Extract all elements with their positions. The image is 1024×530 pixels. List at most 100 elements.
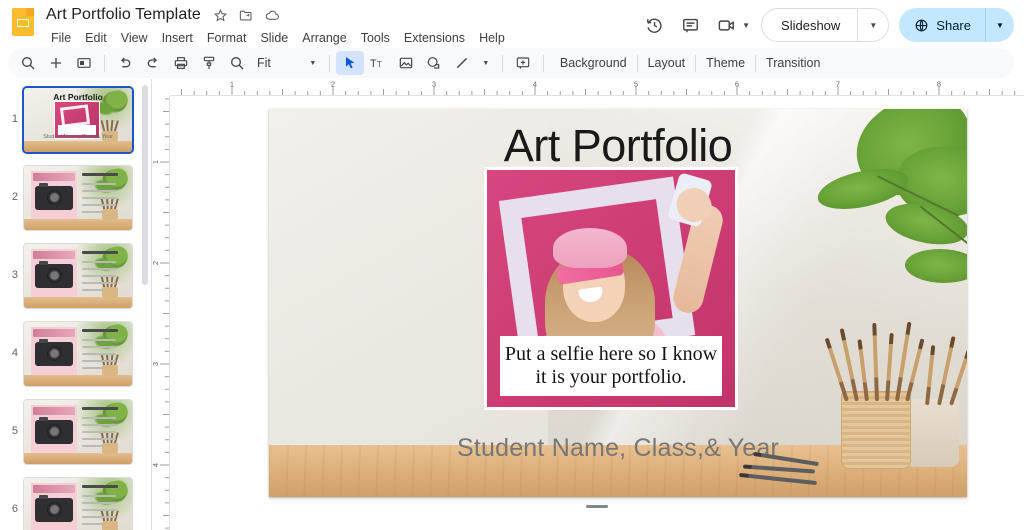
menu-format[interactable]: Format bbox=[200, 29, 254, 47]
new-slide-icon[interactable] bbox=[42, 51, 70, 75]
version-history-icon[interactable] bbox=[637, 8, 671, 42]
menu-insert[interactable]: Insert bbox=[155, 29, 200, 47]
slide-number-1: 1 bbox=[4, 87, 18, 151]
toolbar-separator-4 bbox=[543, 55, 544, 72]
photo-caption[interactable]: Put a selfie here so I know it is your p… bbox=[500, 336, 722, 396]
insert-image-icon[interactable] bbox=[392, 51, 420, 75]
svg-text:2: 2 bbox=[331, 80, 335, 89]
title-row: Art Portfolio Template bbox=[44, 4, 637, 26]
add-comment-icon[interactable] bbox=[509, 51, 537, 75]
slide-thumbnail-1[interactable]: Art Portfolio Student Name, Class,& Year bbox=[23, 87, 133, 153]
main-toolbar: Fit ▼ T T ▼ bbox=[8, 48, 1014, 78]
filmstrip-row-5[interactable]: 5 bbox=[0, 399, 151, 466]
cloud-saved-icon[interactable] bbox=[264, 7, 281, 24]
redo-icon[interactable] bbox=[139, 51, 167, 75]
top-bar-actions: ▼ Slideshow ▼ Share ▼ bbox=[637, 8, 1014, 42]
slide-thumbnail-6[interactable] bbox=[23, 477, 133, 530]
document-title[interactable]: Art Portfolio Template bbox=[44, 5, 203, 25]
panel-resize-handle[interactable] bbox=[170, 505, 1024, 508]
slide-thumbnail-3[interactable] bbox=[23, 243, 133, 309]
menu-tools[interactable]: Tools bbox=[354, 29, 397, 47]
svg-text:T: T bbox=[370, 58, 377, 70]
menu-help[interactable]: Help bbox=[472, 29, 512, 47]
woven-brush-cup bbox=[841, 391, 911, 469]
menu-file[interactable]: File bbox=[44, 29, 78, 47]
star-icon[interactable] bbox=[212, 7, 229, 24]
slide-number-4: 4 bbox=[4, 321, 18, 385]
menu-view[interactable]: View bbox=[114, 29, 155, 47]
slide-title[interactable]: Art Portfolio bbox=[269, 120, 967, 172]
transition-button[interactable]: Transition bbox=[756, 51, 830, 75]
toolbar-separator-3 bbox=[502, 55, 503, 72]
slideshow-group: Slideshow ▼ bbox=[761, 8, 889, 42]
svg-text:2: 2 bbox=[152, 261, 160, 265]
line-icon[interactable] bbox=[448, 51, 476, 75]
slide-thumbnail-4[interactable] bbox=[23, 321, 133, 387]
share-button[interactable]: Share bbox=[899, 8, 986, 42]
select-cursor-icon[interactable] bbox=[336, 51, 364, 75]
current-slide[interactable]: Art Portfolio Put a selfie here so I kno… bbox=[269, 109, 967, 497]
zoom-level-value[interactable]: Fit bbox=[251, 51, 277, 75]
meet-camera-icon[interactable] bbox=[709, 8, 743, 42]
svg-text:3: 3 bbox=[432, 80, 436, 89]
vertical-ruler[interactable]: 12345 bbox=[152, 96, 170, 530]
svg-text:7: 7 bbox=[836, 80, 840, 89]
workspace: 1 Art Portfolio Student Name, Class,& Ye… bbox=[0, 79, 1024, 530]
comment-icon[interactable] bbox=[673, 8, 707, 42]
menu-edit[interactable]: Edit bbox=[78, 29, 114, 47]
slide-thumbnail-2[interactable] bbox=[23, 165, 133, 231]
svg-text:T: T bbox=[377, 60, 382, 69]
shape-icon[interactable] bbox=[420, 51, 448, 75]
slide-number-2: 2 bbox=[4, 165, 18, 229]
filmstrip-row-2[interactable]: 2 bbox=[0, 165, 151, 232]
zoom-icon[interactable] bbox=[223, 51, 251, 75]
filmstrip-scrollbar[interactable] bbox=[142, 85, 148, 285]
undo-icon[interactable] bbox=[111, 51, 139, 75]
print-icon[interactable] bbox=[167, 51, 195, 75]
toolbar-separator bbox=[104, 55, 105, 72]
zoom-level-caret-icon[interactable]: ▼ bbox=[303, 51, 323, 75]
menu-bar: File Edit View Insert Format Slide Arran… bbox=[44, 27, 637, 49]
filmstrip-row-6[interactable]: 6 bbox=[0, 477, 151, 530]
meet-caret-icon[interactable]: ▼ bbox=[742, 21, 750, 30]
filmstrip-row-4[interactable]: 4 bbox=[0, 321, 151, 388]
move-folder-icon[interactable] bbox=[238, 7, 255, 24]
share-caret-icon[interactable]: ▼ bbox=[986, 8, 1014, 42]
filmstrip-row-1[interactable]: 1 Art Portfolio Student Name, Class,& Ye… bbox=[0, 87, 151, 154]
caption-line-1: Put a selfie here so I know bbox=[504, 343, 718, 365]
paint-format-icon[interactable] bbox=[195, 51, 223, 75]
slide-filmstrip[interactable]: 1 Art Portfolio Student Name, Class,& Ye… bbox=[0, 79, 152, 530]
slideshow-caret-icon[interactable]: ▼ bbox=[858, 9, 888, 41]
background-button[interactable]: Background bbox=[550, 51, 637, 75]
filmstrip-row-3[interactable]: 3 bbox=[0, 243, 151, 310]
layout-button[interactable]: Layout bbox=[638, 51, 696, 75]
svg-text:3: 3 bbox=[152, 362, 160, 366]
slide-number-6: 6 bbox=[4, 477, 18, 530]
slide-number-5: 5 bbox=[4, 399, 18, 463]
theme-button[interactable]: Theme bbox=[696, 51, 755, 75]
svg-text:4: 4 bbox=[533, 80, 537, 89]
model-hat bbox=[553, 228, 627, 268]
line-caret-icon[interactable]: ▼ bbox=[476, 51, 496, 75]
text-box-icon[interactable]: T T bbox=[364, 51, 392, 75]
slide-thumbnail-5[interactable] bbox=[23, 399, 133, 465]
canvas-area: 123456789 12345 bbox=[152, 79, 1024, 530]
menu-arrange[interactable]: Arrange bbox=[295, 29, 353, 47]
slideshow-button[interactable]: Slideshow bbox=[762, 9, 858, 41]
menu-extensions[interactable]: Extensions bbox=[397, 29, 472, 47]
share-group: Share ▼ bbox=[899, 8, 1014, 42]
toolbar-separator-2 bbox=[329, 55, 330, 72]
top-bar: Art Portfolio Template File Edit bbox=[0, 0, 1024, 48]
thumb-subtitle-1: Student Name, Class,& Year bbox=[24, 134, 132, 140]
selfie-photo-placeholder[interactable]: Put a selfie here so I know it is your p… bbox=[484, 167, 738, 410]
slide-stage[interactable]: Art Portfolio Put a selfie here so I kno… bbox=[170, 96, 1024, 530]
share-label: Share bbox=[936, 18, 971, 33]
search-icon[interactable] bbox=[14, 51, 42, 75]
horizontal-ruler[interactable]: 123456789 bbox=[170, 79, 1024, 96]
layout-icon[interactable] bbox=[70, 51, 98, 75]
google-slides-icon[interactable] bbox=[10, 6, 36, 38]
caption-line-2: it is your portfolio. bbox=[504, 366, 718, 388]
menu-slide[interactable]: Slide bbox=[253, 29, 295, 47]
svg-text:1: 1 bbox=[230, 80, 234, 89]
svg-text:4: 4 bbox=[152, 463, 160, 467]
